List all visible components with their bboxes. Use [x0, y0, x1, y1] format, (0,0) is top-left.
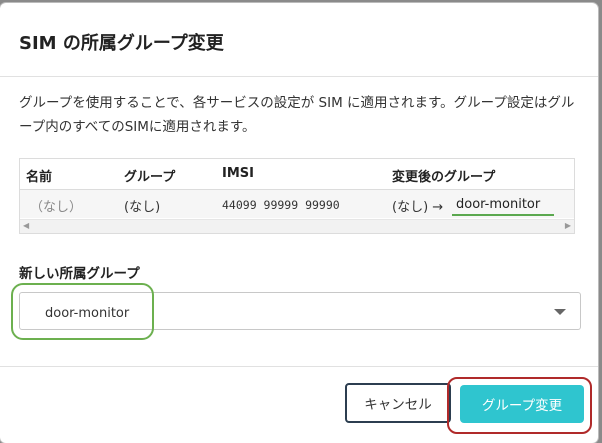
- column-header-name: 名前: [26, 170, 53, 185]
- column-header-group: グループ: [124, 170, 176, 185]
- cell-imsi: 44099 99999 99990: [222, 198, 340, 212]
- column-header-new-group: 変更後のグループ: [392, 170, 496, 185]
- scroll-right-icon[interactable]: ▶: [565, 221, 571, 230]
- caret-down-icon: [554, 309, 566, 315]
- highlight-box: [447, 377, 592, 434]
- highlight-underline: [452, 214, 554, 216]
- cell-new-group-value: door-monitor: [456, 197, 541, 212]
- table-row: （なし） (なし) 44099 99999 99990 (なし) → door-…: [20, 190, 574, 218]
- header-divider: [0, 76, 598, 77]
- column-header-imsi: IMSI: [222, 166, 254, 181]
- cell-new-group-prefix: (なし) →: [392, 200, 444, 215]
- horizontal-scrollbar[interactable]: ◀ ▶: [20, 219, 574, 233]
- cancel-button[interactable]: キャンセル: [345, 383, 451, 423]
- cell-name: （なし）: [30, 200, 83, 215]
- scroll-left-icon[interactable]: ◀: [23, 221, 29, 230]
- dialog-title: SIM の所属グループ変更: [19, 33, 224, 54]
- footer-divider: [0, 366, 598, 367]
- cell-group: (なし): [124, 200, 161, 215]
- new-group-label: 新しい所属グループ: [19, 266, 140, 282]
- highlight-circle: [11, 283, 154, 340]
- change-group-dialog: SIM の所属グループ変更 グループを使用することで、各サービスの設定が SIM…: [0, 3, 598, 443]
- sim-table: 名前 グループ IMSI 変更後のグループ （なし） (なし) 44099 99…: [19, 158, 575, 234]
- table-header: 名前 グループ IMSI 変更後のグループ: [20, 159, 574, 190]
- dialog-description: グループを使用することで、各サービスの設定が SIM に適用されます。グループ設…: [19, 95, 575, 135]
